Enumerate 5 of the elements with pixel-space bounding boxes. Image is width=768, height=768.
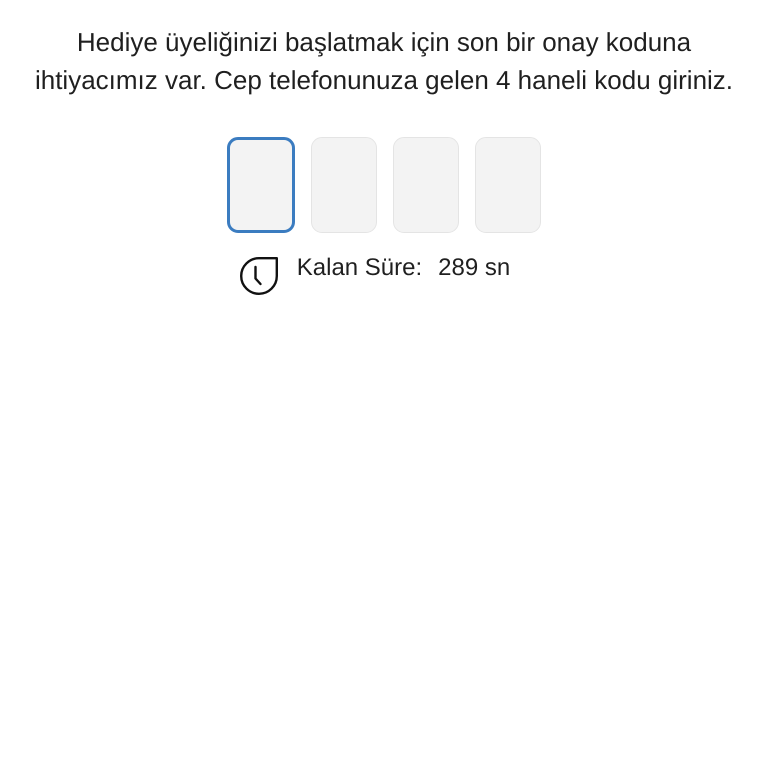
instruction-text: Hediye üyeliğinizi başlatmak için son bir onay koduna ihtiyacımız var. Cep telefonunuza gelen 4 haneli kodu giriniz. [34, 26, 734, 97]
timer-value: 289 sn [438, 253, 510, 283]
timer-label: Kalan Süre: [296, 253, 422, 283]
code-digit-field[interactable] [227, 137, 295, 233]
clock-icon [240, 257, 278, 295]
